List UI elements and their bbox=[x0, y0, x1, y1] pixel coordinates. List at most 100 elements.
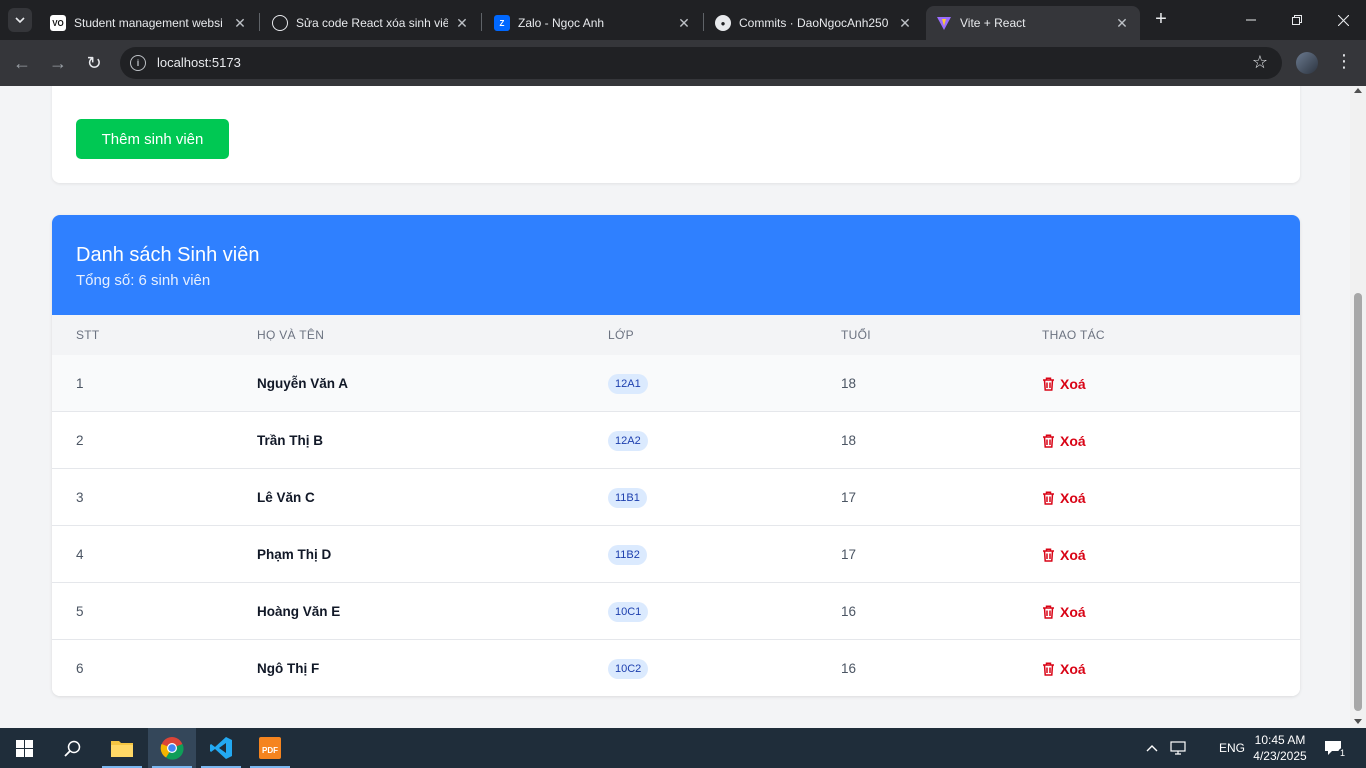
reload-icon[interactable]: ↻ bbox=[82, 51, 106, 75]
browser-tab-chatgpt[interactable]: Sửa code React xóa sinh viên ✕ bbox=[262, 6, 480, 40]
tab-title: Sửa code React xóa sinh viên bbox=[296, 16, 448, 30]
vite-icon bbox=[936, 15, 952, 31]
close-tab-icon[interactable]: ✕ bbox=[676, 15, 692, 31]
class-badge: 12A1 bbox=[608, 374, 648, 394]
trash-icon bbox=[1043, 605, 1054, 619]
file-explorer-icon[interactable] bbox=[98, 728, 146, 768]
delete-button[interactable]: Xoá bbox=[1042, 545, 1086, 565]
clock-date: 4/23/2025 bbox=[1253, 749, 1307, 763]
cell-age: 16 bbox=[841, 661, 857, 676]
student-list-header: Danh sách Sinh viên Tổng số: 6 sinh viên bbox=[52, 215, 1300, 315]
github-icon: ● bbox=[715, 15, 731, 31]
browser-tab-student-management[interactable]: VO Student management websi ✕ bbox=[40, 6, 258, 40]
minimize-icon[interactable] bbox=[1228, 0, 1274, 40]
cell-stt: 6 bbox=[76, 661, 84, 676]
delete-button[interactable]: Xoá bbox=[1042, 659, 1086, 679]
cell-age: 18 bbox=[841, 433, 857, 448]
cell-stt: 2 bbox=[76, 433, 84, 448]
tab-title: Vite + React bbox=[960, 16, 1026, 30]
tab-title: Commits · DaoNgocAnh250 bbox=[739, 16, 889, 30]
cell-stt: 1 bbox=[76, 376, 84, 391]
cell-age: 17 bbox=[841, 490, 857, 505]
cell-age: 18 bbox=[841, 376, 857, 391]
column-header-actions: THAO TÁC bbox=[1042, 328, 1105, 342]
system-clock[interactable]: 10:45 AM 4/23/2025 bbox=[1250, 732, 1310, 764]
scrollbar-thumb[interactable] bbox=[1354, 293, 1362, 711]
bookmark-star-icon[interactable]: ☆ bbox=[1252, 52, 1268, 73]
zalo-icon: Z bbox=[494, 15, 510, 31]
trash-icon bbox=[1043, 434, 1054, 448]
trash-icon bbox=[1043, 491, 1054, 505]
tab-title: Student management websi bbox=[74, 16, 223, 30]
network-icon[interactable] bbox=[1170, 728, 1186, 768]
browser-tab-vite-react[interactable]: Vite + React ✕ bbox=[926, 6, 1140, 40]
url-text[interactable]: localhost:5173 bbox=[157, 55, 241, 70]
close-tab-icon[interactable]: ✕ bbox=[1114, 15, 1130, 31]
search-icon[interactable] bbox=[48, 728, 96, 768]
table-row: 3 Lê Văn C 11B1 17 Xoá bbox=[52, 469, 1300, 526]
tab-separator bbox=[481, 13, 482, 31]
forward-arrow-icon[interactable]: → bbox=[46, 51, 70, 75]
browser-toolbar: ← → ↻ i localhost:5173 ☆ ⋮ bbox=[0, 40, 1366, 86]
table-row: 4 Phạm Thị D 11B2 17 Xoá bbox=[52, 526, 1300, 583]
delete-button[interactable]: Xoá bbox=[1042, 374, 1086, 394]
address-bar[interactable]: i localhost:5173 ☆ bbox=[120, 47, 1282, 79]
notification-center-icon[interactable]: 1 bbox=[1324, 728, 1348, 768]
student-count: Tổng số: 6 sinh viên bbox=[76, 272, 211, 289]
cell-name: Nguyễn Văn A bbox=[257, 376, 349, 391]
browser-tab-zalo[interactable]: Z Zalo - Ngọc Anh ✕ bbox=[484, 6, 702, 40]
close-window-icon[interactable] bbox=[1320, 0, 1366, 40]
delete-button[interactable]: Xoá bbox=[1042, 431, 1086, 451]
trash-icon bbox=[1043, 377, 1054, 391]
pdf-app-icon[interactable]: PDF bbox=[246, 728, 294, 768]
tab-title: Zalo - Ngọc Anh bbox=[518, 16, 605, 30]
cell-stt: 3 bbox=[76, 490, 84, 505]
browser-menu-icon[interactable]: ⋮ bbox=[1335, 51, 1353, 72]
cell-name: Trần Thị B bbox=[257, 433, 324, 448]
chevron-down-icon bbox=[15, 17, 25, 24]
back-arrow-icon[interactable]: ← bbox=[10, 51, 34, 75]
profile-avatar[interactable] bbox=[1296, 52, 1318, 74]
cell-age: 16 bbox=[841, 604, 857, 619]
chrome-icon[interactable] bbox=[148, 728, 196, 768]
close-tab-icon[interactable]: ✕ bbox=[897, 15, 913, 31]
trash-icon bbox=[1043, 662, 1054, 676]
class-badge: 11B1 bbox=[608, 488, 647, 508]
column-header-age: TUỔI bbox=[841, 328, 871, 342]
browser-tabstrip: VO Student management websi ✕ Sửa code R… bbox=[0, 0, 1366, 40]
new-tab-button[interactable]: + bbox=[1150, 9, 1172, 31]
delete-label: Xoá bbox=[1060, 547, 1086, 563]
restore-icon[interactable] bbox=[1274, 0, 1320, 40]
close-tab-icon[interactable]: ✕ bbox=[454, 15, 470, 31]
page-scrollbar[interactable] bbox=[1350, 86, 1366, 728]
student-list-card: Danh sách Sinh viên Tổng số: 6 sinh viên… bbox=[52, 215, 1300, 696]
cell-stt: 5 bbox=[76, 604, 84, 619]
delete-button[interactable]: Xoá bbox=[1042, 602, 1086, 622]
close-tab-icon[interactable]: ✕ bbox=[232, 15, 248, 31]
clock-time: 10:45 AM bbox=[1254, 733, 1306, 747]
tab-search-button[interactable] bbox=[8, 8, 32, 32]
table-header: STT HỌ VÀ TÊN LỚP TUỔI THAO TÁC bbox=[52, 315, 1300, 355]
vscode-icon[interactable] bbox=[197, 728, 245, 768]
cell-age: 17 bbox=[841, 547, 857, 562]
language-indicator[interactable]: ENG bbox=[1219, 728, 1245, 768]
add-student-button[interactable]: Thêm sinh viên bbox=[76, 119, 229, 159]
scroll-up-arrow-icon[interactable] bbox=[1354, 88, 1362, 93]
site-info-icon[interactable]: i bbox=[130, 55, 146, 71]
table-row: 2 Trần Thị B 12A2 18 Xoá bbox=[52, 412, 1300, 469]
delete-label: Xoá bbox=[1060, 376, 1086, 392]
table-row: 5 Hoàng Văn E 10C1 16 Xoá bbox=[52, 583, 1300, 640]
class-badge: 10C1 bbox=[608, 602, 649, 622]
table-row: 1 Nguyễn Văn A 12A1 18 Xoá bbox=[52, 355, 1300, 412]
column-header-class: LỚP bbox=[608, 328, 634, 342]
windows-start-icon[interactable] bbox=[0, 728, 48, 768]
tab-separator bbox=[259, 13, 260, 31]
page-viewport: Thêm sinh viên Danh sách Sinh viên Tổng … bbox=[0, 86, 1350, 728]
add-student-form-card: Thêm sinh viên bbox=[52, 86, 1300, 183]
delete-button[interactable]: Xoá bbox=[1042, 488, 1086, 508]
class-badge: 12A2 bbox=[608, 431, 648, 451]
browser-tab-github[interactable]: ● Commits · DaoNgocAnh250 ✕ bbox=[705, 6, 923, 40]
show-hidden-icons-chevron-icon[interactable] bbox=[1146, 728, 1158, 768]
cell-name: Ngô Thị F bbox=[257, 661, 320, 676]
scroll-down-arrow-icon[interactable] bbox=[1354, 719, 1362, 724]
